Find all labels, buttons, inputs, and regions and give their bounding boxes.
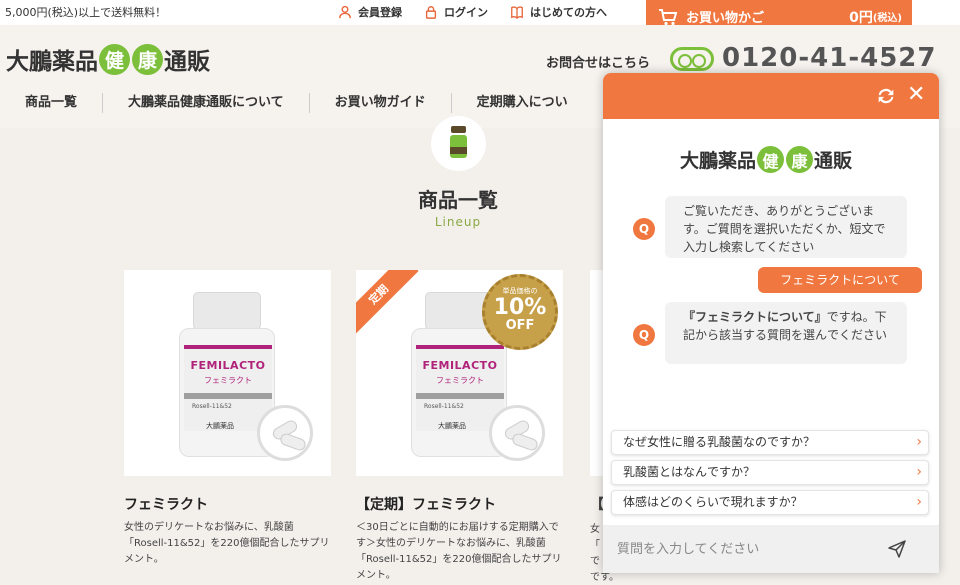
member-register-label: 会員登録 [358, 6, 402, 19]
product-description: 女性のデリケートなお悩みに、乳酸菌「Rosell-11&52」を220億個配合し… [124, 522, 330, 565]
bot-message-quote: 『フェミラクトについて』 [683, 310, 827, 324]
product-name[interactable]: 【定期】フェミラクト [356, 494, 496, 514]
chevron-right-icon: › [916, 464, 922, 480]
jar-brand: FEMILACTO [422, 359, 498, 372]
chevron-right-icon: › [916, 434, 922, 450]
nav-item-subscription[interactable]: 定期購入につい [452, 93, 593, 113]
phone-number[interactable]: 0120-41-4527 [722, 43, 937, 73]
jar-brand-kana: フェミラクト [204, 376, 252, 385]
faq-option[interactable]: 体感はどのくらいで現れますか？ › [611, 490, 929, 515]
top-links: 会員登録 ログイン はじめての方へ [338, 2, 607, 22]
product-image-peek[interactable] [590, 270, 604, 476]
product-name[interactable]: フェミラクト [124, 494, 208, 514]
jar-maker: 大鵬薬品 [438, 422, 466, 430]
bot-avatar: Q [633, 218, 655, 240]
bot-avatar: Q [633, 324, 655, 346]
close-icon[interactable]: ✕ [907, 83, 925, 107]
first-time-label: はじめての方へ [530, 6, 607, 19]
contact-label: お問合せはこちら [546, 56, 651, 71]
product-desc-peek-3: で [590, 556, 600, 567]
first-time-link[interactable]: はじめての方へ [510, 2, 607, 22]
bot-message: ご覧いただき、ありがとうございます。ご質問を選択いただくか、短文で入力し検索して… [665, 196, 907, 258]
badge-unit: OFF [505, 318, 535, 333]
product-card[interactable]: FEMILACTO フェミラクト Rosell-11&52 大鵬薬品 フェミラク… [124, 270, 331, 565]
faq-option-label: なぜ女性に贈る乳酸菌なのですか？ [623, 435, 816, 449]
chat-logo-circle-2: 康 [786, 146, 814, 173]
cart-tax-note: (税込) [872, 13, 902, 24]
user-message: フェミラクトについて [758, 267, 922, 293]
chat-logo-prefix: 大鵬薬品 [680, 150, 757, 172]
faq-option-label: 体感はどのくらいで現れますか？ [623, 495, 803, 509]
faq-option[interactable]: 乳酸菌とはなんですか？ › [611, 460, 929, 485]
chat-widget: ✕ 大鵬薬品 健 康 通販 Q ご覧いただき、ありがとうございます。ご質問を選択… [603, 73, 939, 573]
refresh-icon[interactable] [875, 85, 897, 107]
chat-header: ✕ [603, 73, 939, 119]
product-image[interactable]: 定期 FEMILACTO フェミラクト Rosell-11&52 大鵬薬品 単品… [356, 270, 563, 476]
nav-item-products[interactable]: 商品一覧 [0, 93, 104, 113]
lock-icon [425, 6, 437, 19]
free-dial-icon [670, 47, 714, 71]
cart-icon [659, 8, 678, 25]
site-logo[interactable]: 大鵬薬品 健 康 通販 [6, 42, 210, 76]
chat-logo-circle-1: 健 [757, 146, 785, 173]
discount-badge: 単品価格の 10% OFF [482, 274, 558, 350]
jar-brand: FEMILACTO [190, 359, 266, 372]
cart-label: お買い物かご [686, 11, 765, 26]
user-icon [339, 5, 351, 19]
product-desc-peek-2: 「 [590, 540, 600, 551]
login-link[interactable]: ログイン [424, 2, 488, 22]
chat-input-bar [603, 525, 939, 573]
nav-item-shopping-guide[interactable]: お買い物ガイド [310, 93, 452, 113]
login-label: ログイン [444, 6, 488, 19]
chevron-right-icon: › [916, 494, 922, 510]
chat-logo-suffix: 通販 [814, 150, 853, 172]
capsule-icon [257, 405, 313, 461]
faq-option-label: 乳酸菌とはなんですか？ [623, 465, 756, 479]
question-input[interactable] [617, 537, 867, 561]
chat-logo: 大鵬薬品 健 康 通販 [680, 146, 852, 173]
jar-spec: Rosell-11&52 [424, 403, 464, 410]
supplement-bottle-icon [431, 116, 486, 171]
subscription-ribbon: 定期 [356, 270, 419, 335]
member-register-link[interactable]: 会員登録 [338, 2, 402, 22]
send-icon[interactable] [887, 539, 907, 559]
top-bar: 5,000円(税込)以上で送料無料！ 会員登録 ログイン はじめての方へ お買い… [0, 0, 960, 33]
logo-suffix: 通販 [164, 49, 210, 75]
product-name-peek: 【 [590, 497, 604, 513]
bot-message: 『フェミラクトについて』ですね。下記から該当する質問を選んでください [665, 302, 907, 364]
product-card[interactable]: 定期 FEMILACTO フェミラクト Rosell-11&52 大鵬薬品 単品… [356, 270, 563, 581]
faq-option[interactable]: なぜ女性に贈る乳酸菌なのですか？ › [611, 430, 929, 455]
product-desc-peek-1: 女 [590, 524, 600, 535]
jar-brand-kana: フェミラクト [436, 376, 484, 385]
jar-maker: 大鵬薬品 [206, 422, 234, 430]
product-description: ＜30日ごとに自動的にお届けする定期購入です＞女性のデリケートなお悩みに、乳酸菌… [356, 522, 562, 581]
product-image[interactable]: FEMILACTO フェミラクト Rosell-11&52 大鵬薬品 [124, 270, 331, 476]
nav-item-about[interactable]: 大鵬薬品健康通販について [103, 93, 310, 113]
book-icon [511, 6, 523, 19]
free-shipping-notice: 5,000円(税込)以上で送料無料！ [5, 6, 167, 19]
capsule-icon [489, 405, 545, 461]
logo-circle-1: 健 [99, 43, 130, 75]
cart-total: 0円 [849, 9, 873, 26]
logo-circle-2: 康 [132, 43, 163, 75]
jar-spec: Rosell-11&52 [192, 403, 232, 410]
badge-value: 10% [493, 295, 547, 320]
main-nav: 商品一覧 大鵬薬品健康通販について お買い物ガイド 定期購入につい [0, 93, 593, 113]
logo-prefix: 大鵬薬品 [6, 49, 98, 75]
